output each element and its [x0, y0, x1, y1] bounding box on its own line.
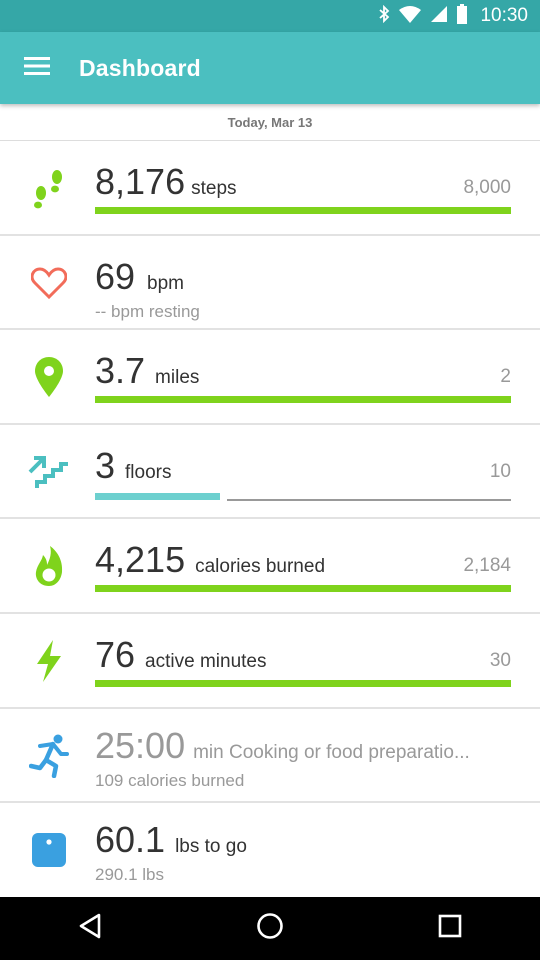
floors-progress-track — [227, 498, 511, 501]
distance-value: 3.7 — [95, 350, 146, 392]
battery-icon — [456, 3, 468, 29]
exercise-name: min Cooking or food preparatio... — [193, 741, 470, 763]
runner-icon — [28, 734, 70, 778]
calories-value: 4,215 — [95, 539, 186, 581]
heart-icon — [28, 262, 70, 304]
steps-tile[interactable]: 8,176 steps 8,000 — [0, 141, 540, 236]
footsteps-icon — [28, 167, 70, 209]
scale-icon — [28, 829, 70, 871]
active-minutes-progress-bar — [95, 679, 511, 687]
back-button[interactable] — [50, 897, 130, 960]
menu-icon — [24, 56, 50, 81]
recents-icon — [438, 914, 462, 943]
bluetooth-icon — [378, 4, 390, 28]
page-title: Dashboard — [79, 54, 201, 81]
distance-unit: miles — [155, 367, 200, 389]
steps-value: 8,176 — [95, 161, 186, 202]
heart-rate-tile[interactable]: 69 bpm -- bpm resting — [0, 236, 540, 331]
stairs-icon — [28, 451, 70, 493]
distance-progress-bar — [95, 396, 511, 404]
steps-unit: steps — [191, 178, 237, 199]
floors-unit: floors — [125, 461, 172, 483]
active-minutes-goal: 30 — [489, 649, 511, 671]
exercise-duration: 25:00 — [95, 724, 186, 766]
lightning-icon — [28, 639, 70, 682]
map-pin-icon — [28, 356, 70, 398]
calories-goal: 2,184 — [463, 555, 511, 577]
dashboard-tiles: 8,176 steps 8,000 69 bpm -- bpm resting 3.… — [0, 141, 540, 898]
back-icon — [78, 913, 102, 944]
floors-goal: 10 — [489, 460, 511, 482]
home-button[interactable] — [230, 897, 310, 960]
home-icon — [256, 912, 284, 945]
active-minutes-tile[interactable]: 76 active minutes 30 — [0, 614, 540, 709]
calories-unit: calories burned — [195, 556, 326, 578]
status-time: 10:30 — [480, 5, 528, 26]
weight-unit: lbs to go — [175, 836, 247, 858]
current-weight: 290.1 lbs — [95, 865, 164, 885]
status-bar: 10:30 — [0, 0, 540, 32]
active-minutes-value: 76 — [95, 633, 136, 675]
menu-button[interactable] — [0, 32, 74, 104]
exercise-calories: 109 calories burned — [95, 770, 245, 790]
navigation-bar — [0, 897, 540, 960]
signal-icon — [430, 5, 448, 28]
app-bar: Dashboard — [0, 32, 540, 104]
heart-rate-value: 69 — [95, 255, 136, 297]
floors-progress-bar — [95, 492, 220, 500]
exercise-tile[interactable]: 25:00 min Cooking or food preparatio... 1… — [0, 709, 540, 804]
date-label: Today, Mar 13 — [0, 104, 540, 141]
steps-progress-bar — [95, 207, 511, 214]
active-minutes-unit: active minutes — [145, 650, 267, 672]
heart-rate-unit: bpm — [147, 272, 185, 294]
wifi-icon — [398, 5, 422, 28]
calories-tile[interactable]: 4,215 calories burned 2,184 — [0, 519, 540, 614]
distance-goal: 2 — [500, 366, 511, 388]
steps-goal: 8,000 — [463, 177, 511, 198]
resting-heart-rate: -- bpm resting — [95, 301, 200, 321]
flame-icon — [28, 545, 70, 587]
weight-value: 60.1 — [95, 819, 166, 861]
floors-tile[interactable]: 3 floors 10 — [0, 425, 540, 520]
weight-tile[interactable]: 60.1 lbs to go 290.1 lbs — [0, 803, 540, 898]
distance-tile[interactable]: 3.7 miles 2 — [0, 330, 540, 425]
recents-button[interactable] — [410, 897, 490, 960]
floors-value: 3 — [95, 444, 116, 486]
calories-progress-bar — [95, 585, 511, 593]
